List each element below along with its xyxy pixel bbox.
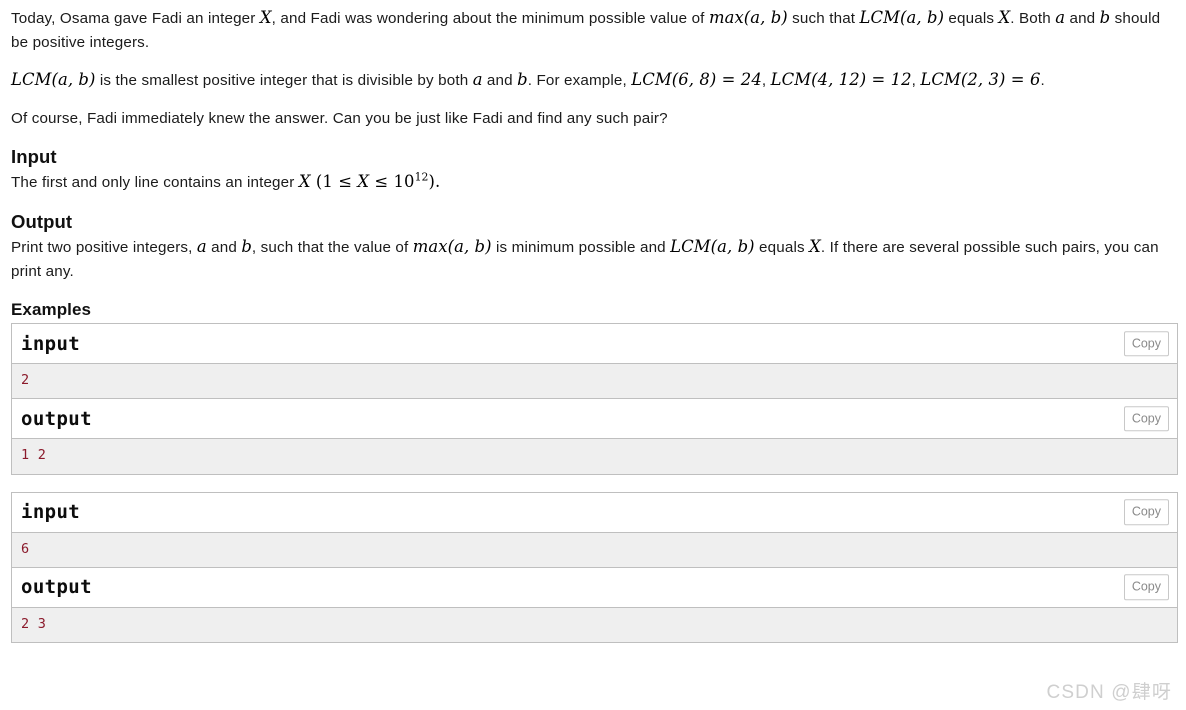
- constraint-exponent: 12: [414, 170, 429, 184]
- copy-output-button[interactable]: Copy: [1123, 406, 1169, 432]
- math-lcm-a-b: LCM(a, b): [859, 8, 945, 27]
- output-label: output: [21, 407, 92, 430]
- text-fragment: is minimum possible and: [491, 239, 671, 257]
- text-fragment: ,: [761, 72, 771, 90]
- math-a: a: [1055, 8, 1066, 27]
- output-title-bar: output Copy: [12, 567, 1177, 608]
- output-data: 1 2: [12, 439, 1177, 475]
- math-b: b: [241, 237, 252, 257]
- text-fragment: Today, Osama gave Fadi an integer: [11, 10, 260, 27]
- input-label: input: [21, 501, 81, 524]
- math-x: X: [809, 237, 821, 257]
- copy-output-button[interactable]: Copy: [1123, 574, 1169, 600]
- sample-test-block: input Copy 6 output Copy 2 3: [11, 491, 1178, 643]
- math-lcm-a-b: LCM(a, b): [11, 70, 96, 90]
- text-fragment: , and Fadi was wondering about the minim…: [271, 10, 709, 27]
- copy-input-button[interactable]: Copy: [1123, 330, 1169, 357]
- math-a: a: [472, 70, 483, 90]
- text-fragment: equals: [944, 10, 999, 27]
- constraint-mid: ≤ 10: [369, 172, 415, 192]
- math-x: X: [259, 8, 272, 27]
- text-fragment: The first and only line contains an inte…: [11, 174, 299, 192]
- output-section-text: Print two positive integers, a and b, su…: [11, 235, 1178, 283]
- statement-paragraph-3: Of course, Fadi immediately knew the ans…: [11, 110, 668, 127]
- text-fragment: such that: [787, 10, 860, 27]
- csdn-watermark: CSDN @肆呀: [1046, 682, 1172, 703]
- output-section-heading: Output: [11, 211, 73, 233]
- text-fragment: .: [1040, 72, 1045, 90]
- examples-heading: Examples: [11, 300, 92, 320]
- text-fragment: . For example,: [527, 72, 632, 90]
- input-data: 6: [12, 532, 1177, 568]
- math-x: X: [298, 172, 311, 192]
- constraint-open: (1 ≤: [310, 172, 358, 192]
- input-data: 2: [12, 364, 1177, 400]
- math-max-a-b: max(a, b): [708, 8, 788, 27]
- text-fragment: and: [206, 239, 242, 257]
- output-label: output: [21, 576, 92, 599]
- input-title-bar: input Copy: [12, 324, 1177, 365]
- math-lcm-6-8: LCM(6, 8) = 24: [631, 70, 762, 90]
- constraint-variable: X: [357, 172, 370, 192]
- input-section-text: The first and only line contains an inte…: [11, 170, 1178, 195]
- input-title-bar: input Copy: [12, 492, 1177, 533]
- sample-tests: input Copy 2 output Copy 1 2 input Copy …: [11, 323, 1178, 643]
- statement-paragraph-2: LCM(a, b) is the smallest positive integ…: [11, 68, 1178, 93]
- text-fragment: Print two positive integers,: [11, 239, 197, 257]
- constraint-close: ).: [428, 172, 441, 192]
- sample-test-block: input Copy 2 output Copy 1 2: [11, 323, 1178, 475]
- input-label: input: [21, 332, 81, 355]
- statement-paragraph-1: Today, Osama gave Fadi an integer X, and…: [11, 6, 1178, 54]
- text-fragment: is the smallest positive integer that is…: [95, 72, 473, 90]
- math-x: X: [998, 8, 1011, 27]
- text-fragment: , such that the value of: [251, 239, 413, 257]
- copy-input-button[interactable]: Copy: [1123, 499, 1169, 525]
- math-b: b: [517, 70, 528, 90]
- math-lcm-4-12: LCM(4, 12) = 12: [770, 70, 912, 90]
- math-max-a-b: max(a, b): [412, 237, 492, 257]
- math-a: a: [196, 237, 207, 257]
- math-lcm-a-b: LCM(a, b): [670, 237, 755, 257]
- text-fragment: equals: [754, 239, 810, 257]
- output-data: 2 3: [12, 607, 1177, 643]
- text-fragment: . Both: [1010, 10, 1056, 27]
- output-title-bar: output Copy: [12, 399, 1177, 440]
- text-fragment: and: [1065, 10, 1100, 27]
- text-fragment: and: [482, 72, 518, 90]
- math-b: b: [1099, 8, 1111, 27]
- input-section-heading: Input: [11, 146, 57, 168]
- math-lcm-2-3: LCM(2, 3) = 6: [920, 70, 1041, 90]
- problem-statement-page: Today, Osama gave Fadi an integer X, and…: [0, 0, 1186, 710]
